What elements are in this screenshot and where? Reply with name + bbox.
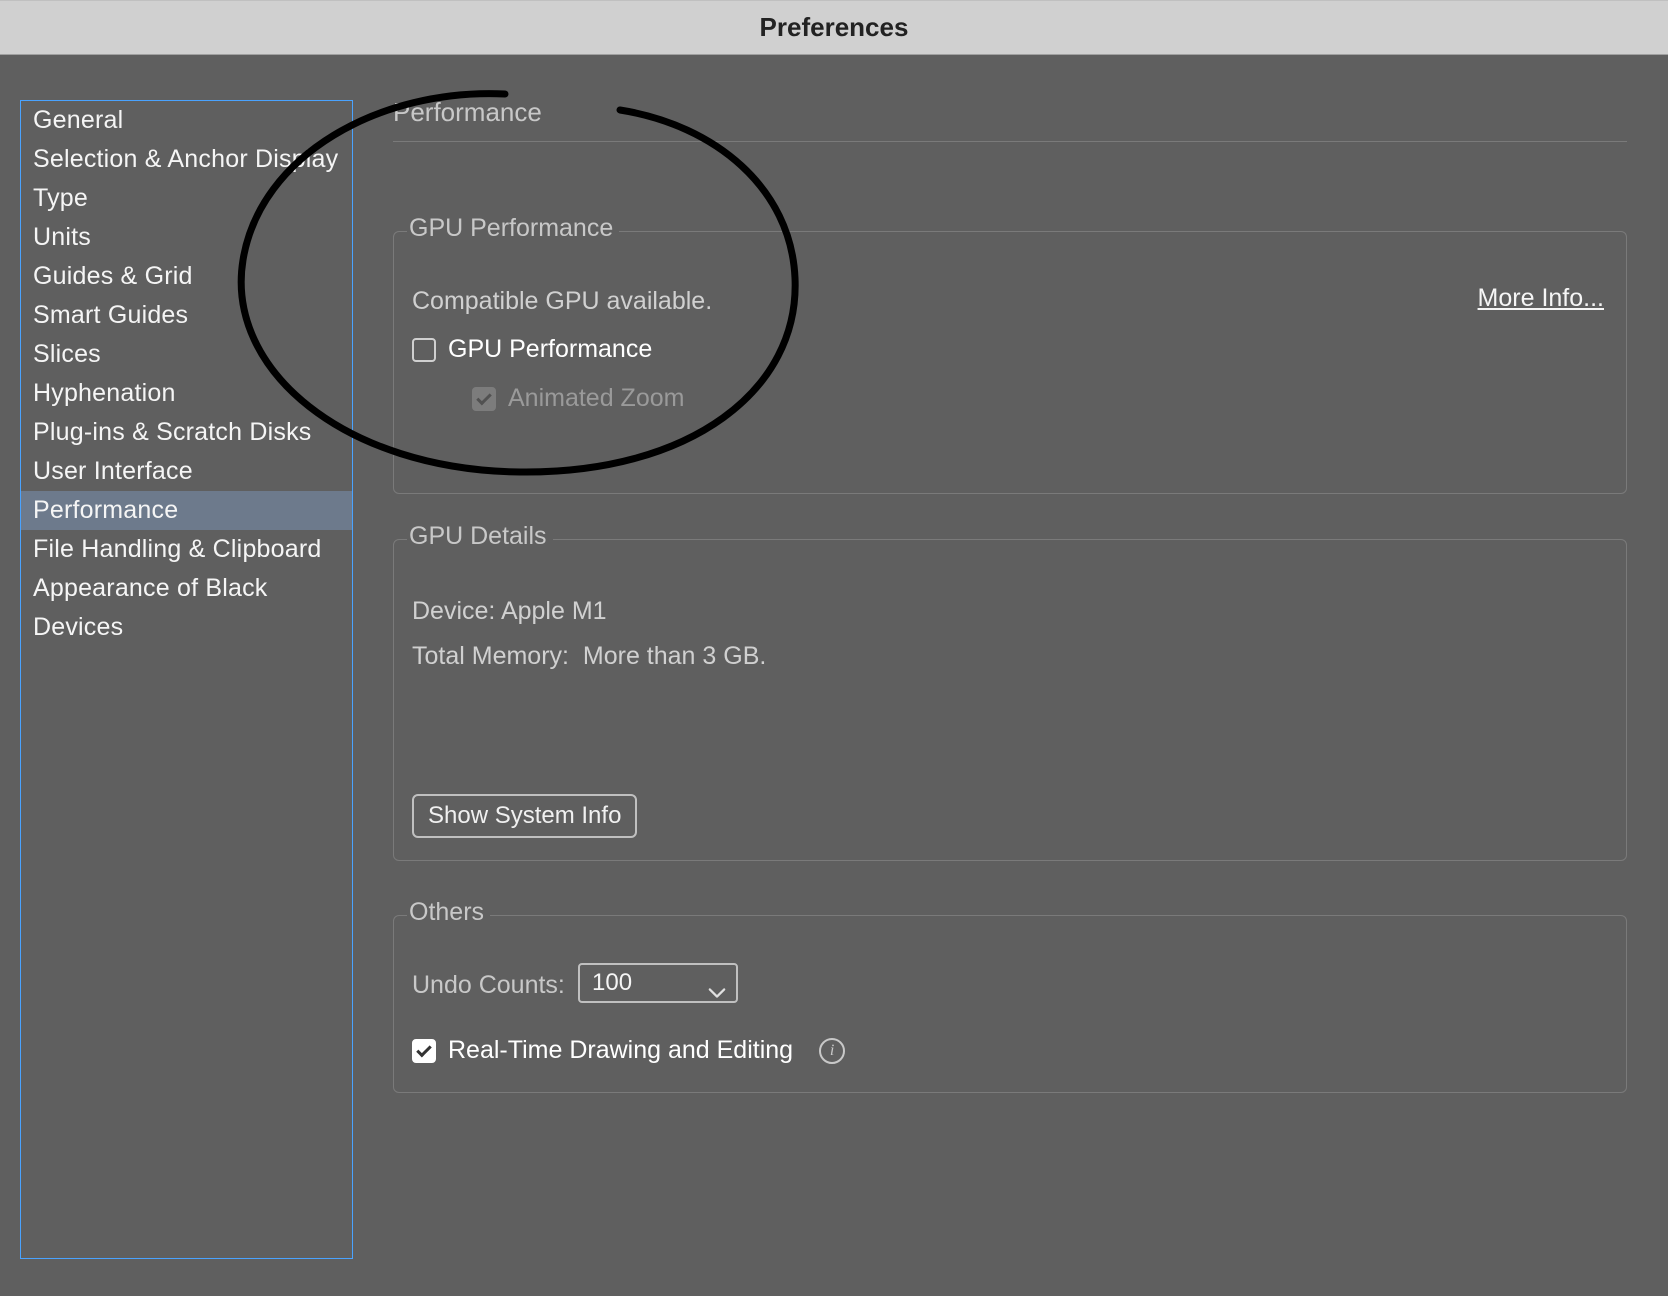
show-system-info-button[interactable]: Show System Info [412,794,637,838]
checkbox-animated-zoom: Animated Zoom [472,384,684,413]
sidebar-item-file-handling-clipboard[interactable]: File Handling & Clipboard [21,530,352,569]
sidebar-item-plug-ins-scratch-disks[interactable]: Plug-ins & Scratch Disks [21,413,352,452]
sidebar-item-hyphenation[interactable]: Hyphenation [21,374,352,413]
checkbox-label: Real-Time Drawing and Editing [448,1036,793,1065]
undo-counts-value: 100 [592,969,632,997]
group-gpu-performance: GPU Performance Compatible GPU available… [393,231,1627,494]
sidebar-item-performance[interactable]: Performance [21,491,352,530]
more-info-link[interactable]: More Info... [1478,284,1604,313]
gpu-memory-value: More than 3 GB. [583,642,766,670]
panel-title: Performance [393,97,542,134]
undo-counts-label: Undo Counts: [412,971,565,1000]
checkbox-gpu-performance[interactable]: GPU Performance [412,335,652,364]
undo-counts-select[interactable]: 100 [578,963,738,1003]
group-legend: GPU Performance [407,214,619,243]
group-gpu-details: GPU Details Device: Apple M1 Total Memor… [393,539,1627,861]
gpu-memory-line: Total Memory: More than 3 GB. [412,642,766,671]
checkbox-icon [412,1039,436,1063]
gpu-device-line: Device: Apple M1 [412,597,607,626]
sidebar-item-user-interface[interactable]: User Interface [21,452,352,491]
sidebar-item-smart-guides[interactable]: Smart Guides [21,296,352,335]
sidebar-item-selection-anchor-display[interactable]: Selection & Anchor Display [21,140,352,179]
gpu-device-value: Apple M1 [501,597,607,625]
group-legend: GPU Details [407,522,553,551]
sidebar-item-type[interactable]: Type [21,179,352,218]
group-legend: Others [407,898,490,927]
content-area: GeneralSelection & Anchor DisplayTypeUni… [0,55,1668,1294]
divider [393,141,1627,142]
window-title: Preferences [760,12,909,43]
checkbox-label: GPU Performance [448,335,652,364]
gpu-status-text: Compatible GPU available. [412,287,712,316]
gpu-memory-label: Total Memory: [412,642,569,670]
info-icon[interactable]: i [819,1038,845,1064]
titlebar: Preferences [0,0,1668,55]
checkbox-icon [472,387,496,411]
sidebar: GeneralSelection & Anchor DisplayTypeUni… [20,100,353,1259]
chevron-down-icon [708,979,726,1007]
sidebar-item-units[interactable]: Units [21,218,352,257]
group-others: Others Undo Counts: 100 Real-Time Drawin… [393,915,1627,1093]
sidebar-item-devices[interactable]: Devices [21,608,352,647]
checkbox-icon [412,338,436,362]
sidebar-item-general[interactable]: General [21,101,352,140]
sidebar-item-appearance-of-black[interactable]: Appearance of Black [21,569,352,608]
checkbox-label: Animated Zoom [508,384,684,413]
sidebar-item-guides-grid[interactable]: Guides & Grid [21,257,352,296]
checkbox-realtime-drawing[interactable]: Real-Time Drawing and Editing i [412,1036,845,1065]
sidebar-item-slices[interactable]: Slices [21,335,352,374]
gpu-device-label: Device: [412,597,495,625]
